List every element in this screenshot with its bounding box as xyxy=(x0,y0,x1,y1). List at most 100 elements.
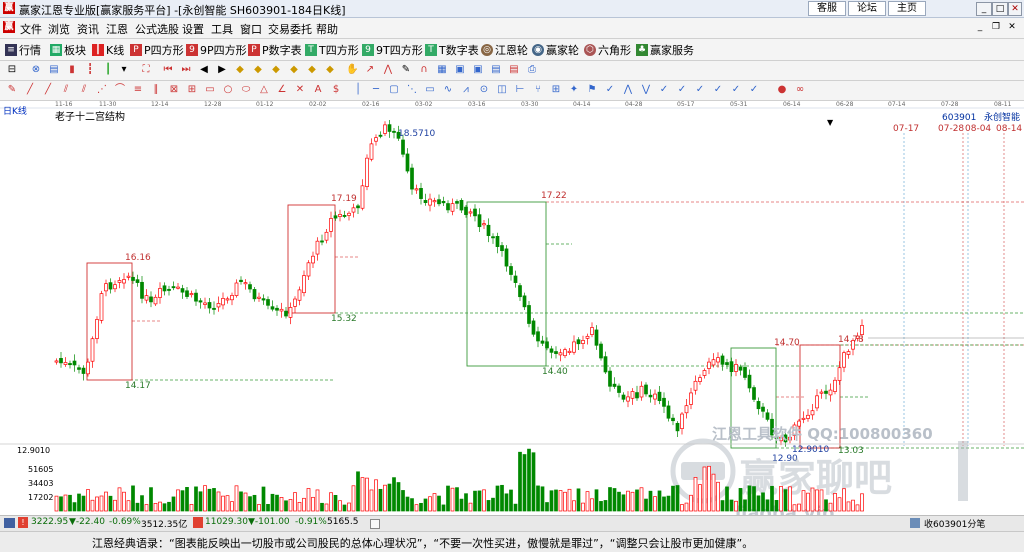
menu-settings[interactable]: 设置 xyxy=(182,21,204,37)
dropdown-arrow-icon[interactable]: ▼ xyxy=(827,118,834,127)
toolbar-winner-wheel-button[interactable]: ◉ 赢家轮 xyxy=(532,42,579,58)
draw-spiral-icon[interactable]: ⊙ xyxy=(478,84,490,96)
period-dropdown-icon[interactable]: ▾ xyxy=(118,64,130,76)
draw-angle-icon[interactable]: ∠ xyxy=(276,84,288,96)
diamond-down-icon[interactable]: ◆ xyxy=(288,64,300,76)
toolbar-p-number-table-button[interactable]: P P数字表 xyxy=(248,42,302,58)
line-style-icon[interactable]: ┃ xyxy=(102,64,114,76)
diamond-up-icon[interactable]: ◆ xyxy=(270,64,282,76)
zoom-in-icon[interactable]: ◆ xyxy=(234,64,246,76)
draw-star-icon[interactable]: ✦ xyxy=(568,84,580,96)
color-picker-icon[interactable]: ● xyxy=(776,84,788,96)
alert-icon[interactable]: ▤ xyxy=(508,64,520,76)
draw-pen-icon[interactable]: ✎ xyxy=(6,84,18,96)
draw-ray-icon[interactable]: ╱ xyxy=(42,84,54,96)
bar-chart-icon[interactable]: ▮ xyxy=(66,64,78,76)
menu-trade[interactable]: 交易委托 xyxy=(268,21,312,37)
draw-vline-icon[interactable]: │ xyxy=(352,84,364,96)
draw-time-icon[interactable]: ⊢ xyxy=(514,84,526,96)
link-forum[interactable]: 论坛 xyxy=(848,1,886,16)
zoom-out-icon[interactable]: ◆ xyxy=(252,64,264,76)
draw-wave-icon[interactable]: ∿ xyxy=(442,84,454,96)
link-home[interactable]: 主页 xyxy=(888,1,926,16)
draw-hline-icon[interactable]: ─ xyxy=(370,84,382,96)
draw-gann-grid-icon[interactable]: ⊞ xyxy=(186,84,198,96)
draw-angle2-icon[interactable]: ⋀ xyxy=(622,84,634,96)
draw-channel-icon[interactable]: ⫽ xyxy=(60,84,72,96)
menu-info[interactable]: 资讯 xyxy=(77,21,99,37)
draw-check5-icon[interactable]: ✓ xyxy=(730,84,742,96)
draw-cross-icon[interactable]: ✕ xyxy=(294,84,306,96)
draw-parallel-icon[interactable]: ⫽ xyxy=(78,84,90,96)
draw-check2-icon[interactable]: ✓ xyxy=(676,84,688,96)
toolbar-p-square-button[interactable]: P P四方形 xyxy=(130,42,184,58)
sh-index-icon[interactable] xyxy=(4,518,15,528)
status-toggle-icon[interactable] xyxy=(370,519,380,529)
link-icon[interactable]: ∞ xyxy=(794,84,806,96)
grid-icon[interactable]: ▤ xyxy=(48,64,60,76)
tick-detail-icon[interactable] xyxy=(910,518,920,528)
scroll-left-icon[interactable]: ◀ xyxy=(198,64,210,76)
monitor-icon[interactable]: ▣ xyxy=(472,64,484,76)
mdi-restore-icon[interactable]: ❐ xyxy=(990,21,1002,33)
polyline-tool-icon[interactable]: ⋀ xyxy=(382,64,394,76)
menu-formula-picker[interactable]: 公式选股 xyxy=(135,21,179,37)
minimize-icon[interactable]: _ xyxy=(976,2,992,16)
toolbar-quote-button[interactable]: ≡ 行情 xyxy=(5,42,41,58)
menu-browse[interactable]: 浏览 xyxy=(48,21,70,37)
toolbar-9p-square-button[interactable]: 9 9P四方形 xyxy=(186,42,247,58)
tick-detail-link[interactable]: 收603901分笔 xyxy=(924,517,985,530)
draw-triangle-icon[interactable]: △ xyxy=(258,84,270,96)
draw-gann-box-icon[interactable]: ⊠ xyxy=(168,84,180,96)
draw-cycle-icon[interactable]: ∥ xyxy=(150,84,162,96)
draw-angle3-icon[interactable]: ⋁ xyxy=(640,84,652,96)
print-icon[interactable]: ⎙ xyxy=(526,64,538,76)
menu-tools[interactable]: 工具 xyxy=(211,21,233,37)
close-icon[interactable]: ✕ xyxy=(1008,2,1022,16)
last-bar-icon[interactable]: ⏭ xyxy=(180,64,192,76)
maximize-icon[interactable]: □ xyxy=(992,2,1008,16)
link-customer-service[interactable]: 客服 xyxy=(808,1,846,16)
draw-price-icon[interactable]: $ xyxy=(330,84,342,96)
gann-fan-icon[interactable]: ⊗ xyxy=(30,64,42,76)
toolbar-9t-square-button[interactable]: 9 9T四方形 xyxy=(362,42,423,58)
kline-chart[interactable]: 11-16 11-30 12-14 12-28 01-12 02-02 02-1… xyxy=(0,101,1024,524)
kline-style-icon[interactable]: ┇ xyxy=(84,64,96,76)
screen-icon[interactable]: ▣ xyxy=(454,64,466,76)
menu-file[interactable]: 文件 xyxy=(20,21,42,37)
toolbar-hexagon-button[interactable]: ⬡ 六角形 xyxy=(584,42,631,58)
toolbar-gann-wheel-button[interactable]: ◎ 江恩轮 xyxy=(481,42,528,58)
toolbar-t-number-table-button[interactable]: T T数字表 xyxy=(425,42,479,58)
scroll-right-icon[interactable]: ▶ xyxy=(216,64,228,76)
draw-check3-icon[interactable]: ✓ xyxy=(694,84,706,96)
first-bar-icon[interactable]: ⏮ xyxy=(162,64,174,76)
draw-pitchfork-icon[interactable]: ⑂ xyxy=(532,84,544,96)
menu-help[interactable]: 帮助 xyxy=(316,21,338,37)
draw-mark-icon[interactable]: ✓ xyxy=(604,84,616,96)
draw-ruler-icon[interactable]: ▭ xyxy=(424,84,436,96)
draw-text-icon[interactable]: A xyxy=(312,84,324,96)
draw-fib-icon[interactable]: ≡ xyxy=(132,84,144,96)
draw-square-icon[interactable]: ◫ xyxy=(496,84,508,96)
sz-index-icon[interactable] xyxy=(193,517,203,528)
toolbar-t-square-button[interactable]: T T四方形 xyxy=(305,42,359,58)
menu-gann[interactable]: 江恩 xyxy=(106,21,128,37)
toolbar-sector-button[interactable]: ▦ 板块 xyxy=(50,42,86,58)
draw-fan-icon[interactable]: ⋰ xyxy=(96,84,108,96)
draw-rect-icon[interactable]: ▭ xyxy=(204,84,216,96)
toolbar-service-button[interactable]: ♣ 赢家服务 xyxy=(636,42,694,58)
diamond-left-icon[interactable]: ◆ xyxy=(306,64,318,76)
draw-trend-line-icon[interactable]: ╱ xyxy=(24,84,36,96)
magnet-tool-icon[interactable]: ∩ xyxy=(418,64,430,76)
table-icon[interactable]: ▤ xyxy=(490,64,502,76)
draw-ellipse-icon[interactable]: ⬭ xyxy=(240,84,252,96)
draw-flag-icon[interactable]: ⚑ xyxy=(586,84,598,96)
hand-cursor-icon[interactable]: ✋ xyxy=(346,64,358,76)
mdi-minimize-icon[interactable]: _ xyxy=(974,21,986,33)
window-tile-icon[interactable]: ▦ xyxy=(436,64,448,76)
draw-check-icon[interactable]: ✓ xyxy=(658,84,670,96)
draw-arc-icon[interactable]: ⌒ xyxy=(114,84,126,96)
layout-icon[interactable]: ⊟ xyxy=(6,64,18,76)
draw-check6-icon[interactable]: ✓ xyxy=(748,84,760,96)
pen-tool-icon[interactable]: ✎ xyxy=(400,64,412,76)
